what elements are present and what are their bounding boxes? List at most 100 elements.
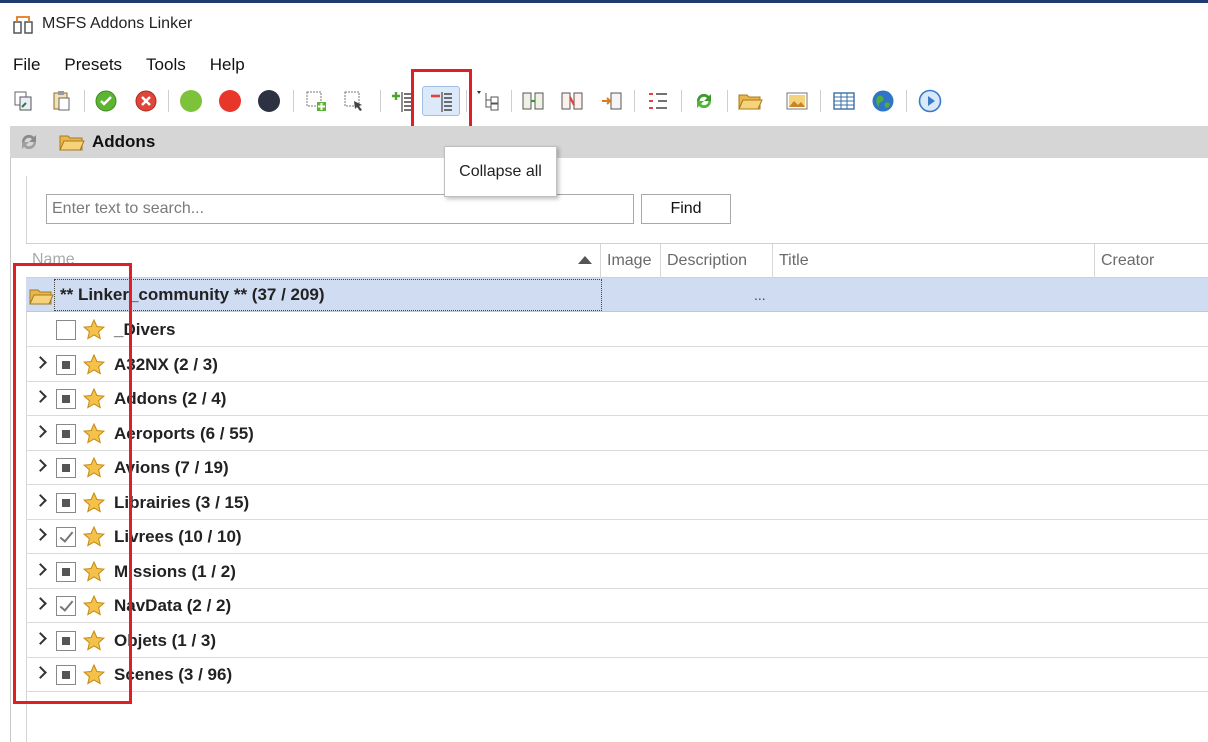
toolbar-separator [820,90,821,112]
tree-row[interactable]: Objets (1 / 3) [26,624,1208,658]
globe-button[interactable] [870,88,896,114]
green-check-icon [95,90,117,112]
row-checkbox[interactable] [56,561,76,582]
row-label: Objets (1 / 3) [114,630,217,650]
expand-chevron-icon[interactable] [34,631,47,645]
favorite-star-icon[interactable] [82,629,106,653]
expand-chevron-icon[interactable] [34,562,47,576]
tree-root-row[interactable]: ** Linker_community ** (37 / 209) ... [26,278,1208,312]
tree-row[interactable]: Librairies (3 / 15) [26,486,1208,520]
link-button[interactable] [520,88,546,114]
toolbar-separator [293,90,294,112]
favorite-star-icon[interactable] [82,353,106,377]
unlink-icon [561,92,583,110]
expand-chevron-icon[interactable] [34,355,47,369]
expand-chevron-icon[interactable] [34,390,47,403]
column-image[interactable]: Image [601,244,661,278]
check-all-button[interactable] [93,88,119,114]
favorite-star-icon[interactable] [82,491,106,515]
globe-icon [872,90,894,112]
tree-row[interactable]: Scenes (3 / 96) [26,658,1208,692]
expand-chevron-icon[interactable] [34,493,47,507]
tree-row[interactable]: Missions (1 / 2) [26,555,1208,589]
select-add-button[interactable] [303,88,329,114]
green-dot-icon [180,90,202,112]
column-description[interactable]: Description [661,244,773,278]
dark-dot-icon [258,90,280,112]
menu-help[interactable]: Help [198,55,257,75]
row-checkbox[interactable] [56,630,76,651]
tree-row[interactable]: A32NX (2 / 3) [26,348,1208,382]
favorite-star-icon[interactable] [82,663,106,687]
menu-file[interactable]: File [0,55,52,75]
play-button[interactable] [917,88,943,114]
addons-panel-header: Addons [10,126,1208,158]
table-view-button[interactable] [831,88,857,114]
expand-all-button[interactable] [389,88,415,114]
tree-row[interactable]: _Divers [26,313,1208,347]
row-label: Addons (2 / 4) [114,389,227,408]
expand-chevron-icon[interactable] [34,528,47,541]
panel-title: Addons [92,132,156,151]
red-x-icon [135,90,157,112]
tree-row[interactable]: Livrees (10 / 10) [26,520,1208,554]
image-button[interactable] [784,88,810,114]
row-checkbox[interactable] [56,596,76,616]
open-folder-button[interactable] [737,88,763,114]
unlink-button[interactable] [559,88,585,114]
find-button[interactable]: Find [641,194,731,224]
tree-row[interactable]: NavData (2 / 2) [26,589,1208,623]
expand-chevron-icon[interactable] [34,459,47,472]
sync-icon[interactable] [16,130,42,154]
checked-list-button[interactable] [645,88,671,114]
favorite-star-icon[interactable] [82,525,106,549]
favorite-star-icon[interactable] [82,318,106,342]
row-checkbox[interactable] [56,320,76,340]
expand-chevron-icon[interactable] [34,424,47,438]
row-checkbox[interactable] [56,492,76,513]
column-creator[interactable]: Creator [1095,244,1208,278]
description-ellipsis[interactable]: ... [754,278,766,312]
row-checkbox[interactable] [56,354,76,375]
expand-chevron-icon[interactable] [34,666,47,679]
tooltip: Collapse all [444,146,557,197]
tree-options-button[interactable] [476,88,502,114]
column-title[interactable]: Title [773,244,1095,278]
copy-icon [14,91,32,111]
favorite-star-icon[interactable] [82,422,106,446]
toolbar-separator [511,90,512,112]
uncheck-all-button[interactable] [133,88,159,114]
menu-presets[interactable]: Presets [52,55,134,75]
favorite-star-icon[interactable] [82,456,106,480]
refresh-button[interactable] [691,88,717,114]
row-checkbox[interactable] [56,458,76,478]
row-checkbox[interactable] [56,665,76,685]
favorite-star-icon[interactable] [82,594,106,618]
column-name[interactable]: Name [26,244,601,278]
sort-ascending-icon [578,256,592,264]
menu-tools[interactable]: Tools [134,55,198,75]
row-checkbox[interactable] [56,527,76,547]
favorite-star-icon[interactable] [82,560,106,584]
collapse-all-button[interactable] [422,86,460,116]
row-label: Aeroports (6 / 55) [114,423,254,443]
tree-row[interactable]: Aeroports (6 / 55) [26,417,1208,451]
tree-row[interactable]: Addons (2 / 4) [26,382,1208,416]
title-bar: MSFS Addons Linker [0,3,1208,45]
favorite-star-icon[interactable] [82,387,106,411]
relink-button[interactable] [598,88,624,114]
row-label: Avions (7 / 19) [114,458,229,477]
paste-button[interactable] [48,88,74,114]
green-filter-button[interactable] [178,88,204,114]
red-filter-button[interactable] [217,88,243,114]
select-remove-button[interactable] [341,88,367,114]
copy-button[interactable] [10,88,36,114]
expand-chevron-icon[interactable] [34,597,47,610]
list-checked-icon [649,93,667,109]
dark-filter-button[interactable] [256,88,282,114]
tree-row[interactable]: Avions (7 / 19) [26,451,1208,485]
row-checkbox[interactable] [56,423,76,444]
row-checkbox[interactable] [56,389,76,409]
toolbar-separator [84,90,85,112]
search-input[interactable] [46,194,634,224]
